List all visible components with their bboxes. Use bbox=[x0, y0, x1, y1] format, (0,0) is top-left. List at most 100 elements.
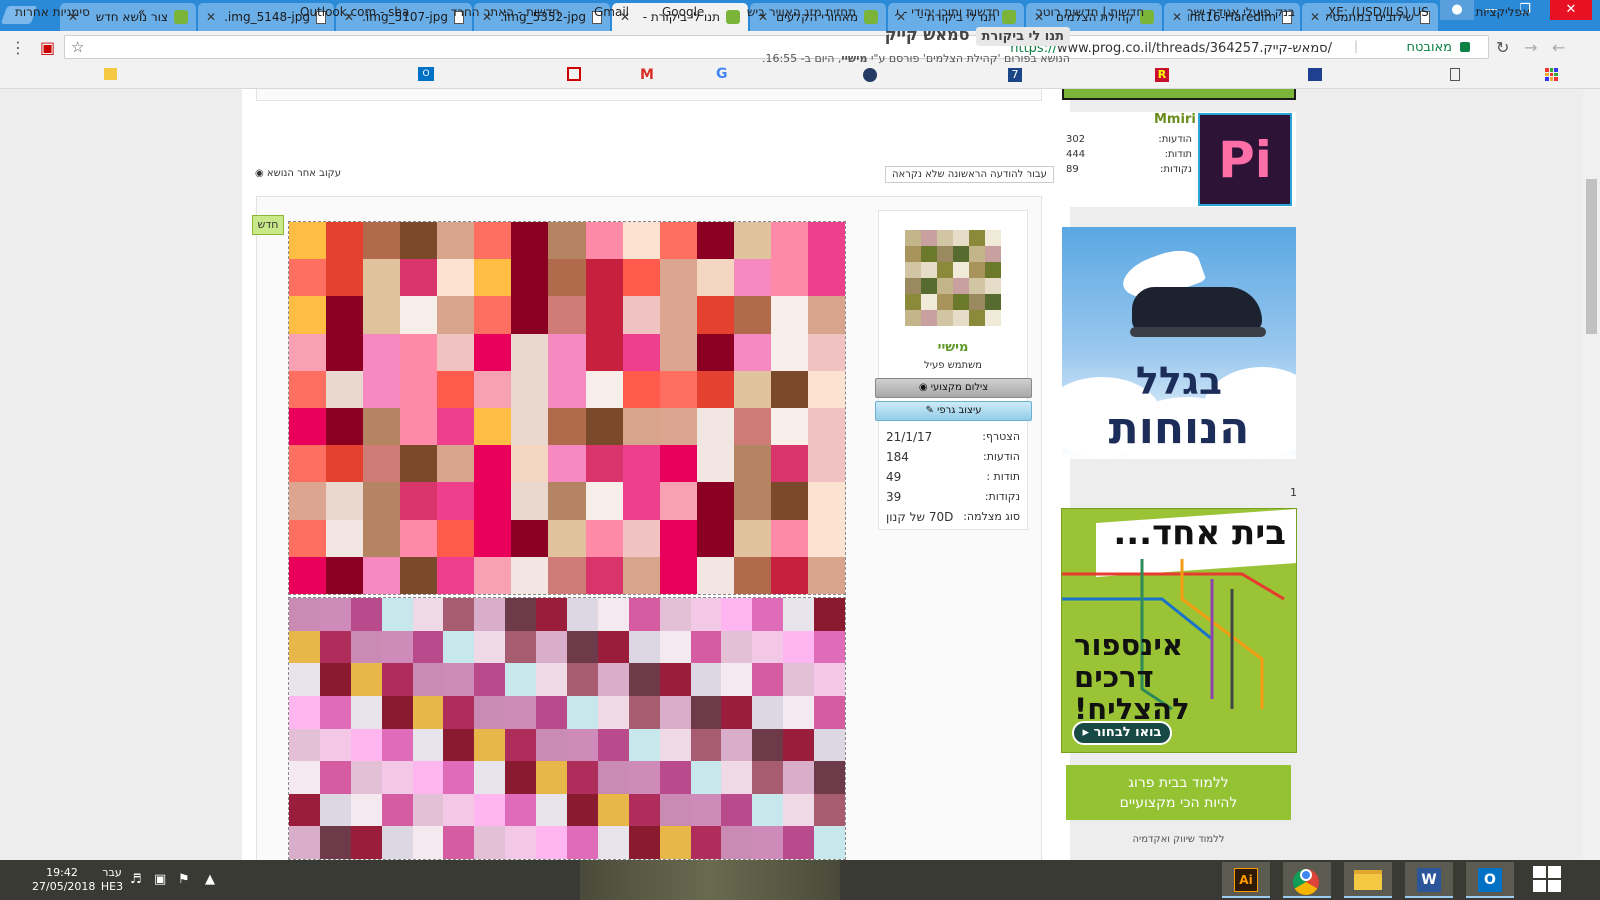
image-pixel bbox=[807, 408, 845, 446]
close-tab-icon[interactable]: ✕ bbox=[206, 10, 216, 24]
image-pixel bbox=[548, 519, 586, 557]
apps-icon[interactable] bbox=[1545, 68, 1558, 81]
bookmark-xe[interactable]: XE: (USD/ILS) US Dol bbox=[1328, 5, 1433, 19]
close-tab-icon[interactable]: ✕ bbox=[1172, 10, 1182, 24]
taskbar-outlook[interactable]: O bbox=[1466, 862, 1514, 898]
image-pixel bbox=[443, 598, 475, 631]
image-pixel bbox=[548, 408, 586, 446]
clock[interactable]: 19:42 27/05/2018 bbox=[32, 866, 95, 894]
image-pixel bbox=[350, 793, 382, 827]
image-pixel bbox=[474, 793, 506, 827]
image-pixel bbox=[597, 761, 629, 794]
image-pixel bbox=[752, 728, 784, 762]
bookmark-gmail[interactable]: Gmail bbox=[594, 5, 629, 19]
thread-title: תנו לי ביקורת סמאש קייק bbox=[885, 25, 1070, 46]
ad-shoe-banner[interactable]: בגלל הנוחות bbox=[1062, 227, 1296, 459]
flag-icon[interactable]: ⚑ bbox=[178, 872, 190, 887]
jump-unread-button[interactable]: עבור להודעה הראשונה שלא נקראה bbox=[885, 166, 1054, 183]
image-pixel bbox=[752, 663, 784, 696]
forward-icon[interactable]: → bbox=[1524, 38, 1537, 57]
image-pixel bbox=[412, 598, 444, 631]
bookmark-haredi-news[interactable]: חדשות - האתר החרד bbox=[440, 5, 560, 19]
image-pixel bbox=[412, 761, 444, 794]
image-pixel bbox=[752, 598, 784, 631]
post-image-2[interactable] bbox=[288, 597, 846, 860]
image-pixel bbox=[585, 445, 623, 483]
taskbar-chrome[interactable] bbox=[1283, 862, 1331, 898]
extension-icon[interactable]: ▣ bbox=[40, 38, 55, 57]
image-pixel bbox=[770, 259, 808, 297]
taskbar-word[interactable]: W bbox=[1405, 862, 1453, 898]
sidebar-top-banner[interactable] bbox=[1062, 89, 1296, 100]
bookmark-other[interactable]: סימניות אחרות bbox=[15, 5, 90, 19]
image-pixel bbox=[350, 728, 382, 762]
bookmark-star-icon[interactable]: ☆ bbox=[71, 38, 84, 56]
bookmark-google[interactable]: Google bbox=[662, 5, 704, 19]
thread-meta: הנושא בפורום 'קהילת הצלמים' פורסם ע"י מי… bbox=[761, 52, 1070, 65]
back-icon[interactable]: ← bbox=[1552, 38, 1565, 57]
bookmark-jewish-news[interactable]: חדשות ותוכן יהודי - ע bbox=[895, 5, 1000, 19]
lock-icon[interactable] bbox=[1460, 42, 1470, 52]
profile-icon[interactable]: ● bbox=[1440, 0, 1474, 20]
page-scrollbar[interactable] bbox=[1583, 89, 1600, 860]
thread-prefix[interactable]: תנו לי ביקורת bbox=[975, 27, 1070, 46]
image-pixel bbox=[783, 598, 815, 631]
close-tab-icon[interactable]: ✕ bbox=[1310, 10, 1320, 24]
ad-house-banner[interactable]: בית אחד... אינספור דרכים להצליח! בואו לב… bbox=[1061, 508, 1297, 753]
image-pixel bbox=[690, 761, 722, 794]
author-name[interactable]: מישיי bbox=[878, 340, 1028, 355]
image-pixel bbox=[733, 259, 771, 297]
image-pixel bbox=[585, 370, 623, 408]
news-site-icon bbox=[567, 67, 581, 81]
sidebar-user-name[interactable]: Mmiri bbox=[1154, 112, 1196, 127]
windows-start-icon[interactable] bbox=[1533, 866, 1561, 892]
bookmark-bank[interactable]: בנק פועלי אגודת ישר bbox=[1185, 5, 1295, 19]
ad-study-banner[interactable]: ללמוד בבית פרוג להיות הכי מקצועיים bbox=[1066, 765, 1291, 820]
image-pixel bbox=[536, 630, 567, 664]
secure-label[interactable]: מאובטח bbox=[1407, 40, 1453, 55]
image-pixel bbox=[412, 663, 444, 696]
taskbar-illustrator[interactable]: Ai bbox=[1222, 862, 1270, 898]
bookmark-weather[interactable]: תחזית מזג האוויר ביש bbox=[736, 5, 856, 19]
image-pixel bbox=[326, 296, 364, 334]
image-pixel bbox=[807, 333, 845, 371]
image-pixel bbox=[659, 370, 697, 408]
ad-house-cta-button[interactable]: בואו לבחור ▸ bbox=[1072, 721, 1172, 745]
scrollbar-thumb[interactable] bbox=[1586, 179, 1597, 334]
follow-thread-link[interactable]: עקוב אחר הנושא ◉ bbox=[255, 168, 341, 179]
bookmark-outlook[interactable]: Outlook.com - sharv bbox=[300, 5, 410, 19]
bookmarks-overflow[interactable]: » bbox=[138, 5, 145, 19]
image-pixel bbox=[289, 728, 320, 762]
avatar-pixel bbox=[937, 278, 953, 294]
taskbar-explorer[interactable] bbox=[1344, 862, 1392, 898]
close-window-button[interactable]: ✕ bbox=[1550, 0, 1592, 20]
tray-arrow-icon[interactable]: ▲ bbox=[205, 872, 215, 887]
badge-graphic-design: עיצוב גרפי ✎ bbox=[875, 401, 1032, 421]
image-pixel bbox=[752, 826, 784, 859]
author-avatar[interactable] bbox=[905, 230, 1001, 326]
image-pixel bbox=[505, 663, 537, 696]
menu-icon[interactable]: ⋮ bbox=[10, 38, 26, 57]
reload-icon[interactable]: ↻ bbox=[1496, 38, 1509, 57]
network-icon[interactable]: ▣ bbox=[154, 872, 166, 887]
bookmark-rotter[interactable]: חדשות | חדשות רוטר bbox=[1036, 5, 1144, 19]
photoshop-pi-logo[interactable]: Pi bbox=[1198, 113, 1292, 206]
avatar-pixel bbox=[953, 294, 969, 310]
bookmark-apps[interactable]: אפליקציות bbox=[1476, 5, 1531, 19]
new-badge: חדש bbox=[252, 215, 284, 235]
image-pixel bbox=[659, 519, 697, 557]
post-image-1[interactable] bbox=[288, 221, 846, 595]
thread-author-link[interactable]: מישיי bbox=[841, 52, 867, 65]
image-pixel bbox=[548, 296, 586, 334]
avatar-pixel bbox=[905, 294, 921, 310]
image-pixel bbox=[474, 259, 512, 297]
avatar-pixel bbox=[953, 246, 969, 262]
image-pixel bbox=[622, 445, 660, 483]
language-indicator[interactable]: עבר HE3 bbox=[92, 866, 132, 894]
image-pixel bbox=[733, 370, 771, 408]
image-pixel bbox=[690, 826, 722, 859]
image-pixel bbox=[412, 630, 444, 664]
image-pixel bbox=[474, 370, 512, 408]
stat-joined: הצטרף: 21/1/17 bbox=[886, 430, 1020, 444]
image-pixel bbox=[659, 222, 697, 260]
